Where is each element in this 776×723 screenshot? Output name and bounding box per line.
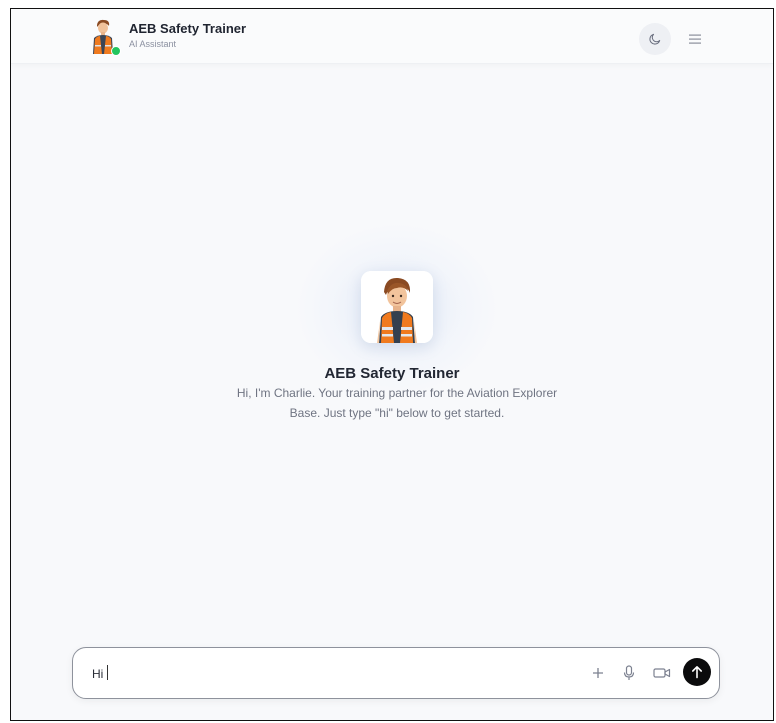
theme-toggle-button[interactable] bbox=[639, 23, 671, 55]
microphone-button[interactable] bbox=[618, 662, 640, 684]
menu-button[interactable] bbox=[679, 23, 711, 55]
hamburger-menu-icon bbox=[689, 34, 701, 44]
welcome-title: AEB Safety Trainer bbox=[324, 365, 460, 382]
top-header: AEB Safety Trainer AI Assistant bbox=[11, 9, 773, 64]
video-camera-icon bbox=[653, 668, 671, 678]
send-arrow-icon bbox=[692, 666, 702, 679]
video-button[interactable] bbox=[651, 662, 673, 684]
welcome-avatar bbox=[361, 271, 433, 343]
charlie-avatar-icon bbox=[361, 271, 433, 343]
message-composer bbox=[72, 647, 720, 699]
attach-button[interactable] bbox=[587, 662, 609, 684]
header-title: AEB Safety Trainer bbox=[129, 21, 247, 36]
online-status-dot bbox=[111, 46, 121, 56]
moon-icon bbox=[649, 33, 661, 45]
text-cursor bbox=[107, 665, 108, 680]
message-input[interactable] bbox=[92, 664, 562, 684]
microphone-icon bbox=[623, 665, 635, 680]
plus-icon bbox=[593, 668, 603, 678]
header-subtitle: AI Assistant bbox=[129, 39, 177, 49]
welcome-description: Hi, I'm Charlie. Your training partner f… bbox=[236, 386, 558, 420]
send-button[interactable] bbox=[683, 658, 711, 686]
app-window: AEB Safety Trainer AI Assistant AEB Safe… bbox=[10, 8, 774, 721]
